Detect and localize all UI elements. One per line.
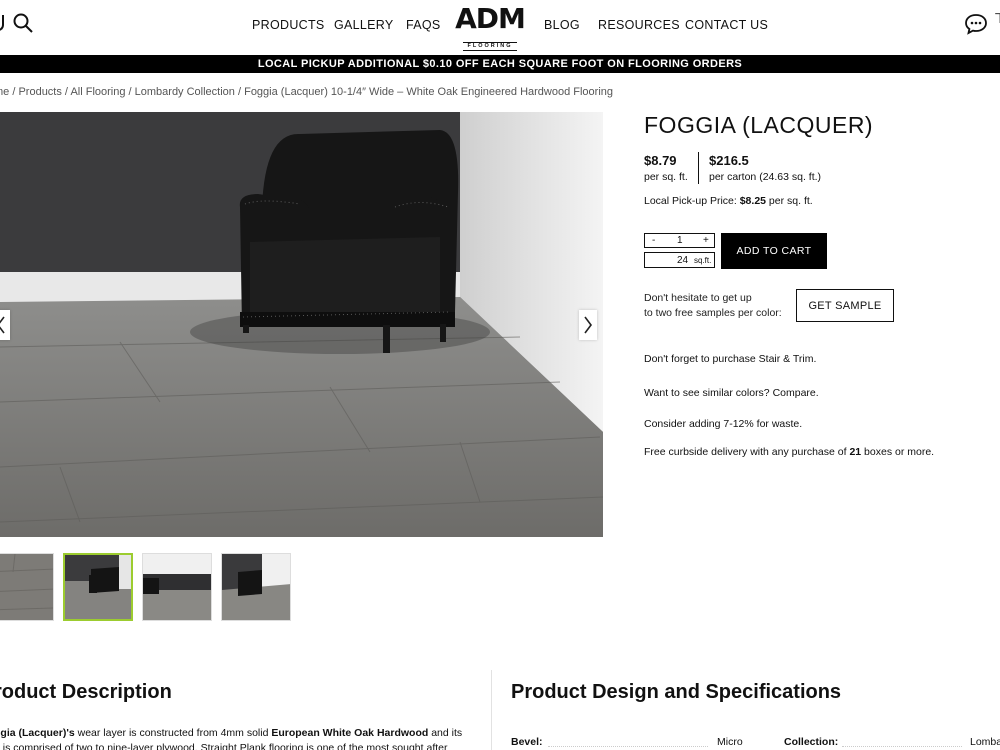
prev-image-button[interactable] bbox=[0, 310, 10, 340]
nav-faqs[interactable]: FAQS bbox=[406, 18, 441, 32]
product-description-heading: roduct Description bbox=[0, 681, 172, 703]
sqft-value: 24 bbox=[677, 255, 689, 266]
qty-plus-button[interactable]: + bbox=[703, 235, 709, 246]
product-title: FOGGIA (LACQUER) bbox=[644, 112, 874, 138]
nav-resources[interactable]: RESOURCES bbox=[598, 18, 680, 32]
qty-minus-button[interactable]: - bbox=[652, 235, 655, 246]
note-stair-trim: Don't forget to purchase Stair & Trim. bbox=[644, 353, 816, 365]
thumbnail-chair-image bbox=[65, 555, 131, 619]
nav-gallery[interactable]: GALLERY bbox=[334, 18, 394, 32]
thumbnail-3[interactable] bbox=[142, 553, 212, 621]
nav-contact[interactable]: CONTACT US bbox=[685, 18, 768, 32]
thumbnail-chair-side-image bbox=[222, 554, 290, 620]
note-delivery: Free curbside delivery with any purchase… bbox=[644, 446, 934, 458]
room-scene-image bbox=[0, 112, 603, 537]
compare-link[interactable]: Compare. bbox=[773, 387, 819, 399]
nav-products[interactable]: PRODUCTS bbox=[252, 18, 325, 32]
note-delivery-suffix: boxes or more. bbox=[864, 446, 935, 458]
local-pickup-price: Local Pick-up Price: $8.25 per sq. ft. bbox=[644, 195, 813, 207]
logo-mark: ADM bbox=[455, 2, 526, 35]
thumbnail-room-image bbox=[143, 554, 211, 620]
breadcrumb-products[interactable]: Products bbox=[18, 86, 61, 98]
add-to-cart-button[interactable]: ADD TO CART bbox=[721, 233, 827, 269]
stair-trim-link[interactable]: Stair & Trim. bbox=[759, 353, 817, 365]
breadcrumb-current: Foggia (Lacquer) 10-1/4″ Wide – White Oa… bbox=[244, 86, 614, 98]
note-delivery-text: Free curbside delivery with any purchase… bbox=[644, 446, 847, 458]
breadcrumb-all-flooring[interactable]: All Flooring bbox=[70, 86, 125, 98]
spec-bevel-label: Bevel: bbox=[511, 736, 543, 748]
section-divider bbox=[491, 670, 492, 750]
get-sample-button[interactable]: GET SAMPLE bbox=[796, 289, 894, 322]
price-per-sqft-unit: per sq. ft. bbox=[644, 171, 688, 183]
sample-text-line2: to two free samples per color: bbox=[644, 307, 782, 319]
note-similar-colors: Want to see similar colors? Compare. bbox=[644, 387, 819, 399]
description-line-1: ggia (Lacquer)'s wear layer is construct… bbox=[0, 726, 474, 741]
desc-text-a: wear layer is constructed from 4mm solid bbox=[74, 727, 272, 739]
description-line-2: e is comprised of two to nine-layer plyw… bbox=[0, 742, 448, 750]
spec-dotline bbox=[842, 746, 962, 747]
product-main-image[interactable] bbox=[0, 112, 603, 537]
next-image-button[interactable] bbox=[579, 310, 597, 340]
quantity-stepper: - 1 + bbox=[644, 233, 715, 248]
price-per-carton-unit: per carton (24.63 sq. ft.) bbox=[709, 171, 822, 183]
logo-subtitle: FLOORING bbox=[463, 42, 517, 51]
site-header: PRODUCTS GALLERY FAQS ADM FLOORING BLOG … bbox=[0, 0, 1000, 55]
spec-dotline bbox=[548, 746, 708, 747]
search-icon[interactable] bbox=[12, 12, 34, 34]
chevron-left-icon bbox=[0, 316, 5, 334]
chevron-right-icon bbox=[584, 316, 592, 334]
desc-material: European White Oak Hardwood bbox=[271, 727, 429, 739]
price-per-sqft: $8.79 bbox=[644, 153, 677, 168]
chat-icon[interactable] bbox=[964, 12, 988, 36]
pickup-label: Local Pick-up Price: bbox=[644, 195, 737, 207]
breadcrumb-collection[interactable]: Lombardy Collection bbox=[135, 86, 235, 98]
note-waste: Consider adding 7-12% for waste. bbox=[644, 418, 803, 430]
thumbnail-2[interactable] bbox=[63, 553, 133, 621]
breadcrumb-home[interactable]: me bbox=[0, 86, 9, 98]
sqft-field[interactable]: 24 sq.ft. bbox=[644, 252, 715, 268]
thumbnail-1[interactable] bbox=[0, 553, 54, 621]
nav-blog[interactable]: BLOG bbox=[544, 18, 580, 32]
breadcrumb: me / Products / All Flooring / Lombardy … bbox=[0, 86, 613, 98]
price-divider bbox=[698, 152, 699, 184]
sample-text-line1: Don't hesitate to get up bbox=[644, 292, 752, 304]
note-delivery-count: 21 bbox=[849, 446, 862, 458]
thumbnail-4[interactable] bbox=[221, 553, 291, 621]
promo-bar: LOCAL PICKUP ADDITIONAL $0.10 OFF EACH S… bbox=[0, 55, 1000, 73]
product-description-text: ggia (Lacquer)'s wear layer is construct… bbox=[0, 726, 474, 750]
spec-collection-label: Collection: bbox=[784, 736, 839, 748]
thumbnail-floor-image bbox=[0, 554, 53, 620]
note-similar-text: Want to see similar colors? bbox=[644, 387, 770, 399]
sqft-unit: sq.ft. bbox=[694, 256, 712, 265]
spec-collection-value: Lomba bbox=[970, 736, 1000, 748]
pickup-value: $8.25 bbox=[739, 195, 766, 207]
pickup-unit: per sq. ft. bbox=[768, 195, 813, 207]
breadcrumb-sep: / bbox=[125, 86, 135, 98]
account-icon[interactable] bbox=[0, 15, 4, 31]
spec-bevel-value: Micro bbox=[717, 736, 743, 748]
header-left-icons bbox=[0, 12, 34, 34]
breadcrumb-sep: / bbox=[234, 86, 245, 98]
site-logo[interactable]: ADM FLOORING bbox=[450, 2, 530, 51]
sample-text: Don't hesitate to get up to two free sam… bbox=[644, 291, 782, 321]
cart-icon[interactable]: ⊤ bbox=[994, 10, 1000, 27]
note-trim-text: Don't forget to purchase bbox=[644, 353, 756, 365]
price-per-carton: $216.5 bbox=[709, 153, 749, 168]
qty-input[interactable]: 1 bbox=[677, 235, 683, 246]
specifications-heading: Product Design and Specifications bbox=[511, 681, 842, 703]
desc-text-b: and its bbox=[428, 727, 463, 739]
desc-product-name: ggia (Lacquer)'s bbox=[0, 727, 75, 739]
